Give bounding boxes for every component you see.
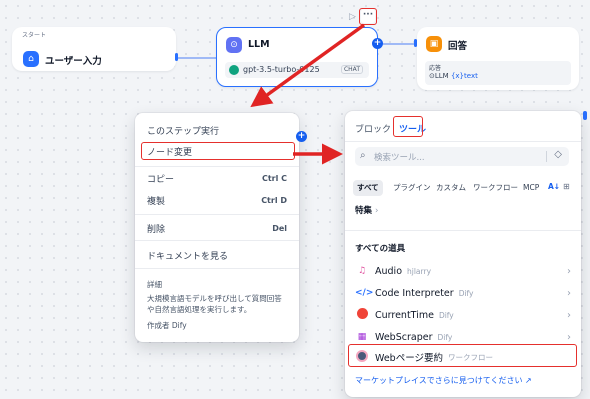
annotation-arrows: [250, 23, 366, 165]
arrow-to-menu: [250, 23, 366, 108]
